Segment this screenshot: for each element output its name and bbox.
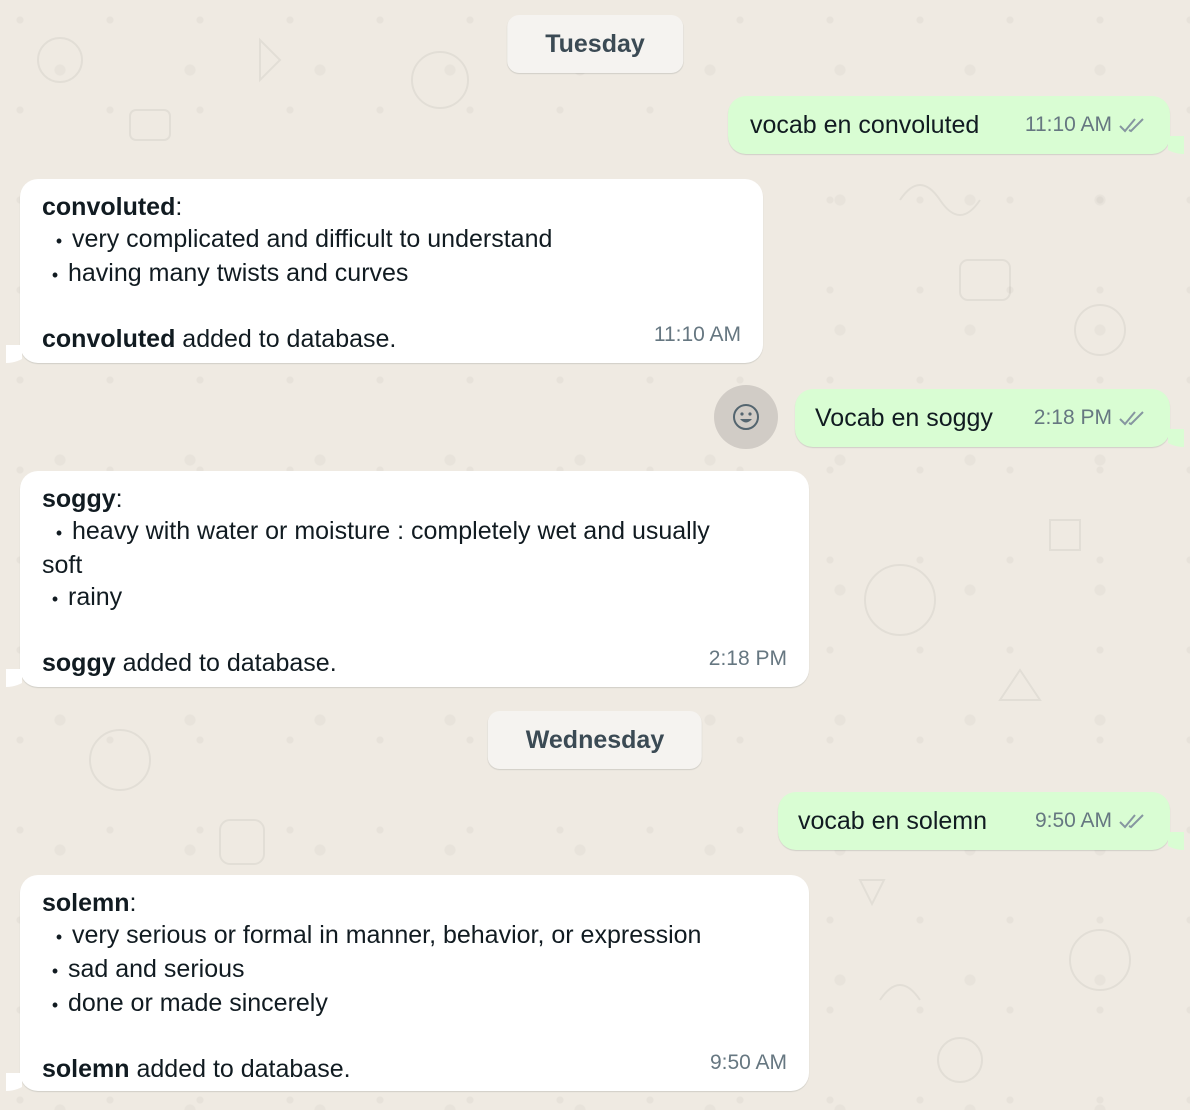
- definition-item: • very complicated and difficult to under…: [42, 223, 741, 257]
- outgoing-message[interactable]: vocab en solemn 9:50 AM: [778, 792, 1184, 850]
- message-time: 2:18 PM: [1033, 406, 1112, 429]
- definition-heading: soggy:: [42, 483, 787, 515]
- message-time: 2:18 PM: [708, 647, 787, 670]
- emoji-smile-icon: [733, 404, 759, 430]
- term-colon: :: [175, 193, 183, 221]
- date-divider-wednesday: Wednesday: [487, 711, 703, 769]
- bullet: •: [51, 961, 59, 981]
- message-time: 11:10 AM: [1024, 113, 1112, 136]
- bullet: •: [51, 589, 59, 609]
- confirmation-text: added to database.: [129, 1055, 351, 1083]
- definition-text: sad and serious: [68, 955, 245, 983]
- bullet: •: [55, 523, 63, 543]
- definition-item: • done or made sincerely: [42, 987, 787, 1021]
- message-text: vocab en convoluted: [750, 111, 980, 139]
- double-check-icon: [1119, 814, 1144, 829]
- definition-item: • rainy: [42, 581, 787, 615]
- bubble-tail: [6, 1073, 22, 1091]
- bubble-tail: [1168, 136, 1184, 154]
- incoming-message[interactable]: solemn: • very serious or formal in manne…: [6, 875, 809, 1091]
- bullet: •: [51, 265, 59, 285]
- bullet: •: [55, 231, 63, 251]
- confirmation-text: added to database.: [115, 649, 337, 677]
- definition-item: • very serious or formal in manner, behav…: [42, 919, 787, 953]
- bubble-tail: [6, 345, 22, 363]
- term: soggy: [42, 485, 116, 513]
- message-time: 9:50 AM: [1034, 809, 1112, 832]
- date-label: Wednesday: [525, 726, 665, 754]
- bullet: •: [51, 995, 59, 1015]
- date-divider-tuesday: Tuesday: [507, 15, 683, 73]
- bullet: •: [55, 927, 63, 947]
- double-check-icon: [1119, 118, 1144, 133]
- bubble-tail: [6, 669, 22, 687]
- confirmation-text: added to database.: [175, 325, 397, 353]
- outgoing-message[interactable]: Vocab en soggy 2:18 PM: [795, 389, 1184, 447]
- definition-text: done or made sincerely: [68, 989, 328, 1017]
- definition-item: • heavy with water or moisture : complete…: [42, 515, 787, 549]
- message-meta: 9:50 AM: [1035, 805, 1148, 837]
- definition-item: • sad and serious: [42, 953, 787, 987]
- message-time: 9:50 AM: [709, 1051, 787, 1074]
- double-check-icon: [1119, 411, 1144, 426]
- message-time: 11:10 AM: [653, 323, 741, 346]
- message-meta: 2:18 PM: [1034, 402, 1148, 434]
- definition-text-continued: soft: [42, 551, 83, 579]
- term-colon: :: [129, 889, 137, 917]
- reaction-button[interactable]: [714, 385, 778, 449]
- confirmation-line: soggy added to database.: [42, 647, 787, 679]
- term: solemn: [42, 889, 130, 917]
- definition-item: • having many twists and curves: [42, 257, 741, 291]
- term: convoluted: [42, 193, 176, 221]
- message-text: vocab en solemn: [798, 807, 988, 835]
- definition-text: very complicated and difficult to unders…: [72, 225, 553, 253]
- added-term: solemn: [42, 1055, 130, 1083]
- term-colon: :: [115, 485, 123, 513]
- message-text: Vocab en soggy: [815, 404, 993, 432]
- definition-text: heavy with water or moisture : completel…: [72, 517, 710, 545]
- confirmation-line: solemn added to database.: [42, 1053, 787, 1085]
- definition-text: very serious or formal in manner, behavi…: [72, 921, 702, 949]
- message-meta: 11:10 AM: [1025, 109, 1148, 141]
- date-label: Tuesday: [545, 30, 645, 58]
- incoming-message[interactable]: soggy: • heavy with water or moisture : c…: [6, 471, 809, 687]
- definition-text: rainy: [68, 583, 123, 611]
- definition-text: having many twists and curves: [68, 259, 409, 287]
- outgoing-message[interactable]: vocab en convoluted 11:10 AM: [728, 96, 1184, 154]
- chat-panel: Tuesday vocab en convoluted 11:10 AM con…: [0, 0, 1190, 1110]
- bubble-tail: [1168, 832, 1184, 850]
- added-term: convoluted: [42, 325, 176, 353]
- bubble-tail: [1168, 429, 1184, 447]
- added-term: soggy: [42, 649, 116, 677]
- incoming-message[interactable]: convoluted: • very complicated and diffic…: [6, 179, 763, 363]
- definition-heading: solemn:: [42, 887, 787, 919]
- definition-heading: convoluted:: [42, 191, 741, 223]
- confirmation-line: convoluted added to database.: [42, 323, 741, 355]
